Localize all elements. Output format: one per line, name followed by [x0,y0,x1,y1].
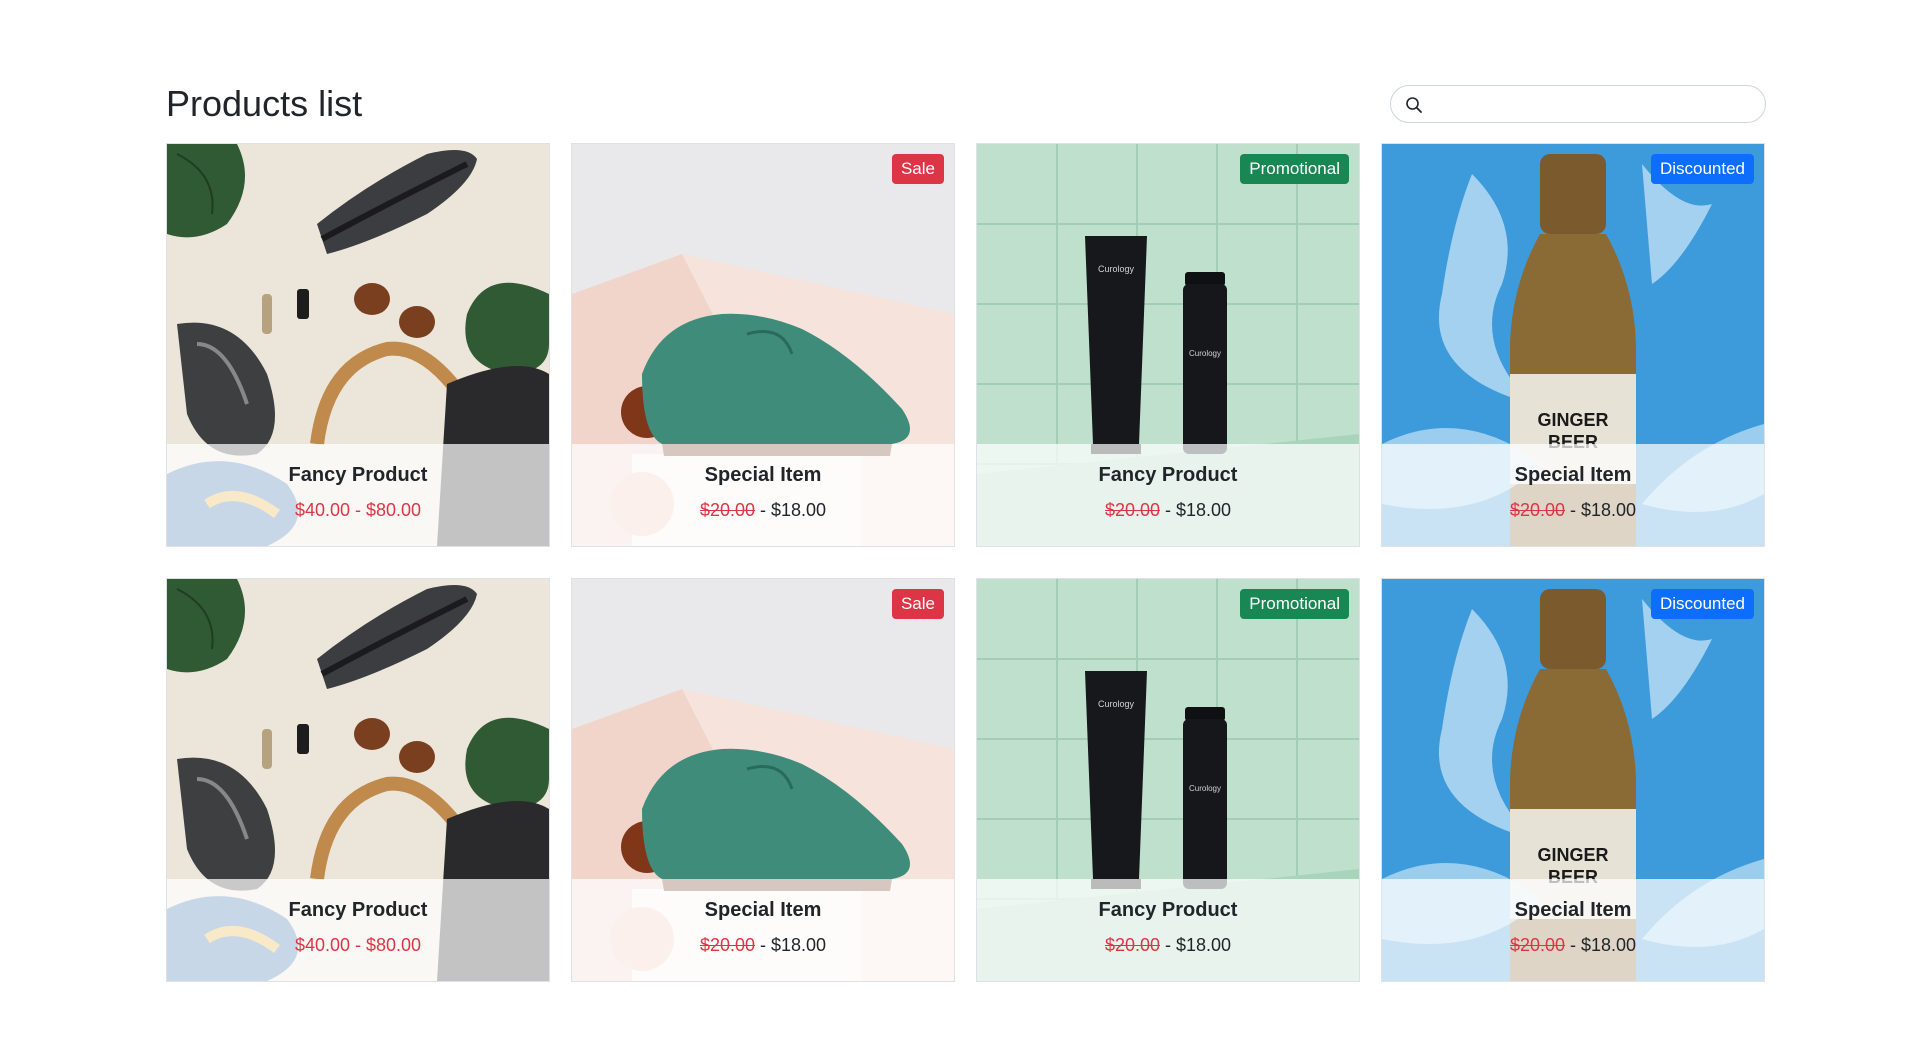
new-price: $18.00 [1581,935,1637,955]
product-card[interactable]: Sale Special Item $20.00 - $18.00 [571,578,955,982]
product-name[interactable]: Special Item [1382,897,1764,923]
product-price: $40.00 - $80.00 [167,933,549,957]
new-price: $18.00 [1176,500,1232,520]
new-price: $18.00 [1176,935,1232,955]
product-name[interactable]: Fancy Product [167,462,549,488]
search-icon [1406,97,1422,113]
page-title: Products list [166,83,363,124]
product-price: $40.00 - $80.00 [167,498,549,522]
product-card[interactable]: Sale Special Item $20.00 - $18.00 [571,143,955,547]
old-price: $20.00 [699,935,755,955]
product-badge: Promotional [1240,589,1349,619]
old-price: $20.00 [1104,935,1160,955]
product-name[interactable]: Fancy Product [977,462,1359,488]
card-caption-overlay [977,444,1359,546]
card-caption-overlay [1382,879,1764,981]
old-price: $20.00 [1509,935,1565,955]
card-caption-overlay [572,444,954,546]
product-badge: Discounted [1650,154,1754,184]
price-separator: - [1160,935,1176,955]
product-grid: Fancy Product $40.00 - $80.00 Sale Special … [166,143,1766,982]
product-price: $20.00 - $18.00 [977,933,1359,957]
product-card[interactable]: Fancy Product $40.00 - $80.00 [166,143,550,547]
price-separator: - [755,935,771,955]
card-caption-overlay [167,879,549,981]
product-name[interactable]: Special Item [572,897,954,923]
old-price: $20.00 [699,500,755,520]
product-badge: Sale [891,154,944,184]
old-price: $20.00 [1104,500,1160,520]
product-card[interactable]: Promotional Fancy Product $20.00 - $18.00 [976,143,1360,547]
product-badge: Promotional [1240,154,1349,184]
header: Products list [166,80,1766,130]
price-separator: - [1160,500,1176,520]
new-price: $18.00 [1581,500,1637,520]
product-card[interactable]: Discounted Special Item $20.00 - $18.00 [1381,143,1765,547]
product-price: $20.00 - $18.00 [572,498,954,522]
product-card[interactable]: Promotional Fancy Product $20.00 - $18.00 [976,578,1360,982]
product-name[interactable]: Fancy Product [977,897,1359,923]
product-name[interactable]: Special Item [572,462,954,488]
card-caption-overlay [572,879,954,981]
product-badge: Discounted [1650,589,1754,619]
product-price: $20.00 - $18.00 [1382,933,1764,957]
product-name[interactable]: Special Item [1382,462,1764,488]
product-price: $20.00 - $18.00 [977,498,1359,522]
old-price: $20.00 [1509,500,1565,520]
price-separator: - [1565,500,1581,520]
new-price: $18.00 [771,500,827,520]
product-price: $20.00 - $18.00 [572,933,954,957]
card-caption-overlay [977,879,1359,981]
search-box[interactable] [1390,85,1766,123]
price-range: $40.00 - $80.00 [294,500,422,520]
product-card[interactable]: Fancy Product $40.00 - $80.00 [166,578,550,982]
card-caption-overlay [1382,444,1764,546]
price-range: $40.00 - $80.00 [294,935,422,955]
product-price: $20.00 - $18.00 [1382,498,1764,522]
product-name[interactable]: Fancy Product [167,897,549,923]
price-separator: - [755,500,771,520]
new-price: $18.00 [771,935,827,955]
product-badge: Sale [891,589,944,619]
price-separator: - [1565,935,1581,955]
search-input[interactable] [1435,92,1749,118]
card-caption-overlay [167,444,549,546]
product-card[interactable]: Discounted Special Item $20.00 - $18.00 [1381,578,1765,982]
